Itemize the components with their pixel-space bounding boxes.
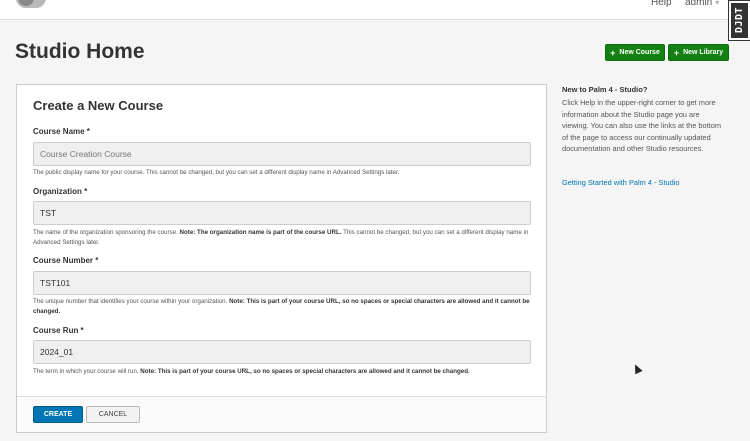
sidebar-help-text: Click Help in the upper-right corner to … bbox=[562, 98, 721, 153]
new-course-label: New Course bbox=[619, 49, 660, 56]
plus-icon: + bbox=[610, 47, 616, 58]
user-menu[interactable]: admin ▾ bbox=[685, 0, 719, 8]
course-run-input[interactable]: 2024_01 bbox=[33, 340, 531, 364]
mouse-cursor-icon bbox=[631, 362, 643, 375]
form-title: Create a New Course bbox=[33, 98, 164, 113]
help-link[interactable]: Help bbox=[651, 0, 672, 8]
plus-icon: + bbox=[673, 47, 680, 58]
debug-toolbar-handle[interactable]: DJDT bbox=[728, 0, 750, 41]
course-number-help: The unique number that identifies your c… bbox=[33, 297, 533, 317]
getting-started-link[interactable]: Getting Started with Palm 4 - Studio bbox=[562, 178, 680, 187]
organization-help-text: The name of the organization sponsoring … bbox=[33, 229, 180, 236]
form-actions: CREATE CANCEL bbox=[17, 396, 546, 432]
organization-help: The name of the organization sponsoring … bbox=[33, 228, 533, 248]
chevron-down-icon: ▾ bbox=[715, 0, 720, 7]
sidebar-heading: New to Palm 4 - Studio? bbox=[562, 85, 648, 94]
user-menu-label: admin bbox=[685, 0, 713, 8]
cancel-button[interactable]: CANCEL bbox=[86, 406, 140, 423]
page-title: Studio Home bbox=[15, 40, 145, 63]
course-name-help: The public display name for your course.… bbox=[33, 169, 400, 176]
course-run-help-note: Note: This is part of your course URL, s… bbox=[140, 368, 470, 375]
course-run-help-text: The term in which your course will run. bbox=[33, 368, 141, 375]
new-library-button[interactable]: + New Library bbox=[668, 44, 729, 61]
organization-help-note: Note: The organization name is part of t… bbox=[179, 229, 342, 236]
create-course-form: Create a New Course Course Name * Course… bbox=[16, 84, 547, 433]
course-name-label: Course Name * bbox=[33, 127, 90, 136]
course-number-help-text: The unique number that identifies your c… bbox=[33, 298, 230, 305]
organization-input[interactable]: TST bbox=[33, 201, 531, 225]
course-name-input[interactable]: Course Creation Course bbox=[33, 142, 531, 166]
course-number-input[interactable]: TST101 bbox=[33, 271, 531, 295]
course-run-help: The term in which your course will run. … bbox=[33, 367, 533, 377]
organization-label: Organization * bbox=[33, 187, 88, 196]
studio-logo[interactable] bbox=[16, 0, 46, 8]
new-library-label: New Library bbox=[683, 49, 724, 56]
create-button[interactable]: CREATE bbox=[33, 406, 83, 423]
top-navigation-bar: Help admin ▾ bbox=[0, 0, 750, 20]
course-number-label: Course Number * bbox=[33, 256, 99, 265]
debug-toolbar-label: DJDT bbox=[734, 6, 745, 33]
new-course-button[interactable]: + New Course bbox=[605, 44, 665, 61]
course-run-label: Course Run * bbox=[33, 326, 84, 335]
